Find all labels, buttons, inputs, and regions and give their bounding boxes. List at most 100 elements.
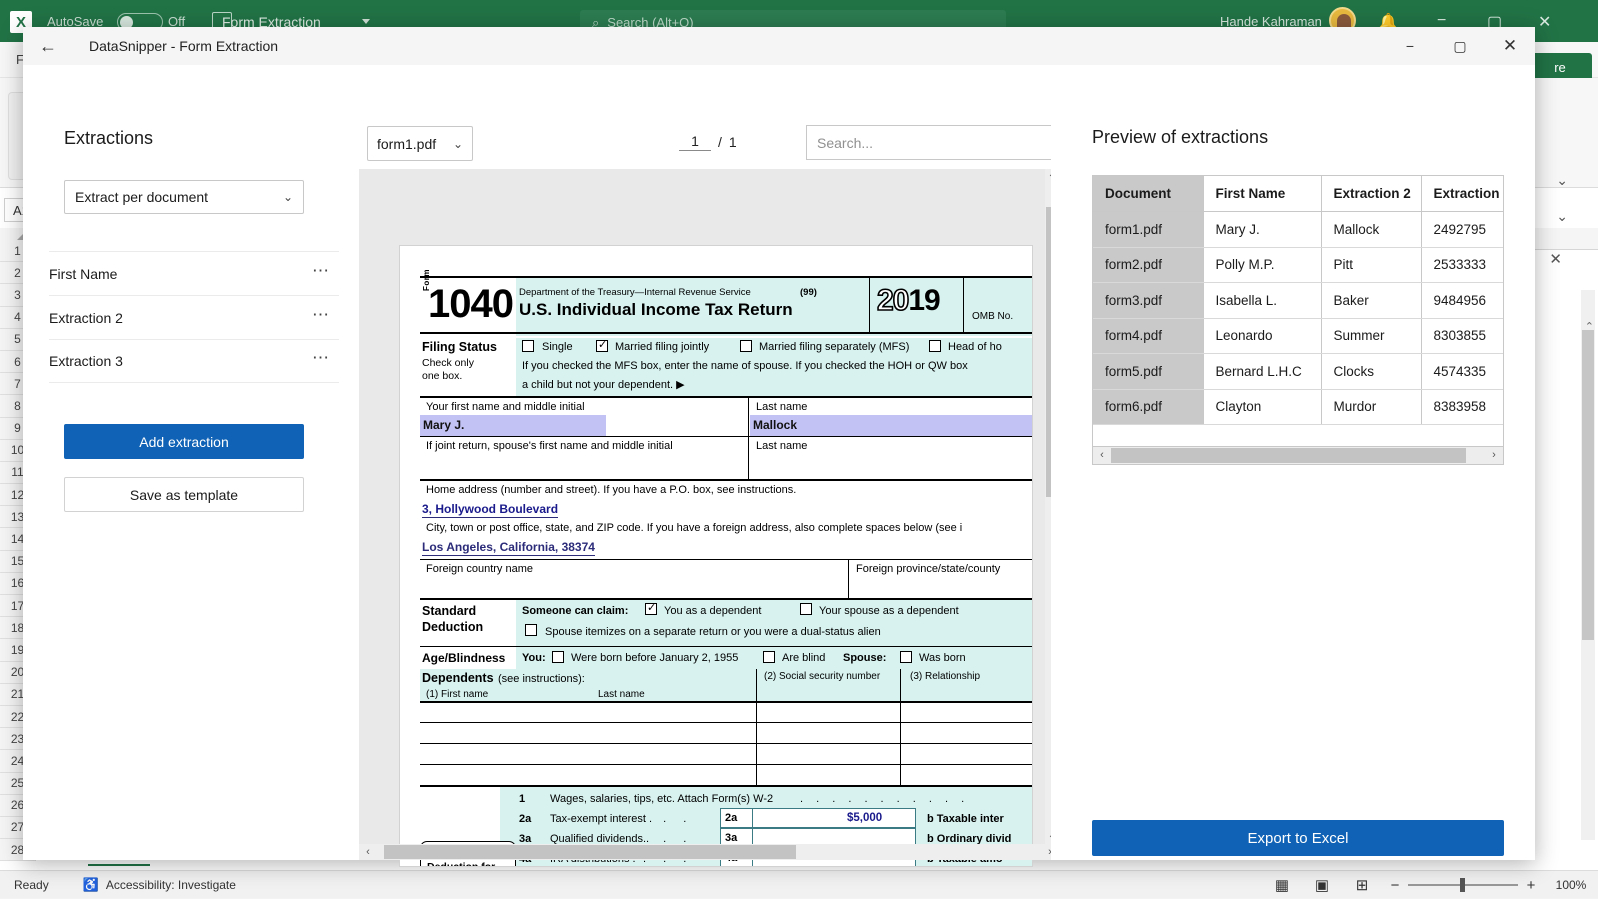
overflow-menu-icon[interactable]: ⋯ bbox=[312, 353, 331, 369]
grid-view-icon[interactable]: ▦ bbox=[1262, 871, 1302, 899]
column-header-extraction-3[interactable]: Extraction 3 bbox=[1421, 176, 1504, 212]
extraction-item-first-name[interactable]: First Name ⋯ bbox=[49, 251, 339, 295]
table-row[interactable]: form3.pdf Isabella L. Baker 9484956 bbox=[1093, 283, 1504, 319]
extraction-item-label: Extraction 2 bbox=[49, 310, 123, 326]
chevron-up-icon[interactable]: ⌃ bbox=[1585, 320, 1594, 333]
form-number: 1040 bbox=[428, 282, 513, 327]
line-2a-dots: . . . bbox=[643, 813, 693, 825]
checkbox-spouse-as-dependent[interactable] bbox=[800, 603, 812, 615]
preview-table-container[interactable]: Document First Name Extraction 2 Extract… bbox=[1092, 175, 1504, 447]
add-extraction-button[interactable]: Add extraction bbox=[64, 424, 304, 459]
check-only-note: Check only one box. bbox=[422, 357, 474, 383]
zoom-out-button[interactable]: − bbox=[1382, 871, 1408, 899]
checkbox-married-filing-jointly[interactable] bbox=[596, 340, 608, 352]
form-year-suffix: 19 bbox=[908, 284, 939, 317]
file-selector-dropdown[interactable]: form1.pdf ⌄ bbox=[367, 126, 473, 161]
extractions-panel: Extractions Extract per document ⌄ First… bbox=[23, 65, 339, 860]
label-foreign-province: Foreign province/state/county bbox=[856, 563, 1000, 575]
checkbox-you-as-dependent[interactable] bbox=[645, 603, 657, 615]
page-number-input[interactable]: 1 bbox=[679, 133, 711, 151]
window-close-icon[interactable]: ✕ bbox=[1538, 12, 1551, 32]
age-blindness-label: Age/Blindness bbox=[422, 651, 505, 665]
preview-table-horizontal-scrollbar[interactable]: ‹ › bbox=[1092, 447, 1504, 465]
label-home-address: Home address (number and street). If you… bbox=[426, 484, 796, 496]
pdf-page[interactable]: Form 1040 Department of the Treasury—Int… bbox=[399, 245, 1033, 867]
overflow-menu-icon[interactable]: ⋯ bbox=[312, 310, 331, 326]
column-header-first-name[interactable]: First Name bbox=[1203, 176, 1321, 212]
page-layout-icon[interactable]: ▣ bbox=[1302, 871, 1342, 899]
page-separator: / bbox=[718, 134, 722, 150]
sheet-vertical-scrollbar[interactable] bbox=[1581, 290, 1595, 840]
checkbox-are-blind[interactable] bbox=[763, 651, 775, 663]
pdf-search-input[interactable]: Search... ⌕ bbox=[806, 125, 1078, 160]
zoom-slider[interactable] bbox=[1408, 871, 1518, 899]
page-break-icon[interactable]: ⊞ bbox=[1342, 871, 1382, 899]
pdf-canvas-area[interactable]: Form 1040 Department of the Treasury—Int… bbox=[359, 169, 1059, 860]
chevron-left-icon[interactable]: ‹ bbox=[359, 844, 377, 860]
table-row[interactable]: form1.pdf Mary J. Mallock 2492795 bbox=[1093, 212, 1504, 248]
scrollbar-thumb[interactable] bbox=[1111, 448, 1466, 463]
zoom-slider-thumb[interactable] bbox=[1460, 878, 1465, 892]
extraction-item-extraction-3[interactable]: Extraction 3 ⋯ bbox=[49, 339, 339, 383]
export-to-excel-button[interactable]: Export to Excel bbox=[1092, 820, 1504, 856]
cell-document: form2.pdf bbox=[1093, 247, 1203, 283]
line-3a-box-label: 3a bbox=[725, 832, 737, 844]
column-header-extraction-2[interactable]: Extraction 2 bbox=[1321, 176, 1421, 212]
checkbox-head-of-household[interactable] bbox=[929, 340, 941, 352]
taskpane-close-icon[interactable]: ✕ bbox=[1549, 250, 1562, 268]
chevron-left-icon[interactable]: ‹ bbox=[1093, 447, 1111, 463]
form-rule bbox=[420, 764, 1033, 765]
table-row[interactable]: form2.pdf Polly M.P. Pitt 2533333 bbox=[1093, 247, 1504, 283]
zoom-in-button[interactable]: + bbox=[1518, 871, 1544, 899]
dialog-close-button[interactable]: ✕ bbox=[1485, 27, 1535, 65]
dependents-col-relationship: (3) Relationship bbox=[910, 671, 980, 682]
spouse-label: Spouse: bbox=[843, 652, 886, 664]
datasnipper-form-extraction-dialog: ← DataSnipper - Form Extraction − ▢ ✕ Ex… bbox=[23, 27, 1535, 860]
label-spouse-first-name: If joint return, spouse's first name and… bbox=[426, 440, 673, 452]
extraction-item-label: Extraction 3 bbox=[49, 353, 123, 369]
cell-extraction-2: Clocks bbox=[1321, 354, 1421, 390]
save-as-template-button[interactable]: Save as template bbox=[64, 477, 304, 512]
taskpane-chevron-icon[interactable]: ⌄ bbox=[1556, 172, 1568, 189]
extraction-item-extraction-2[interactable]: Extraction 2 ⋯ bbox=[49, 295, 339, 339]
chevron-right-icon[interactable]: › bbox=[1485, 447, 1503, 463]
back-arrow-icon[interactable]: ← bbox=[23, 27, 73, 65]
checkbox-spouse-itemizes[interactable] bbox=[525, 624, 537, 636]
preview-panel: Preview of extractions Document First Na… bbox=[1051, 65, 1535, 860]
scrollbar-thumb[interactable] bbox=[384, 845, 796, 859]
dialog-maximize-button[interactable]: ▢ bbox=[1435, 27, 1485, 65]
label-last-name: Last name bbox=[756, 401, 807, 413]
dialog-title: DataSnipper - Form Extraction bbox=[89, 38, 278, 54]
accessibility-status[interactable]: Accessibility: Investigate bbox=[106, 878, 236, 892]
page-total: 1 bbox=[729, 134, 737, 150]
extraction-scope-dropdown[interactable]: Extract per document ⌄ bbox=[64, 180, 304, 214]
dialog-minimize-button[interactable]: − bbox=[1385, 27, 1435, 65]
ribbon-share-button[interactable]: re bbox=[1528, 53, 1592, 81]
pdf-horizontal-scrollbar[interactable]: ‹ › bbox=[359, 844, 1059, 860]
checkbox-single[interactable] bbox=[522, 340, 534, 352]
table-row[interactable]: form4.pdf Leonardo Summer 8303855 bbox=[1093, 318, 1504, 354]
cell-extraction-2: Murdor bbox=[1321, 389, 1421, 425]
sd-callout-line2: Deduction for— bbox=[427, 861, 506, 867]
cell-extraction-3: 2492795 bbox=[1421, 212, 1504, 248]
overflow-menu-icon[interactable]: ⋯ bbox=[312, 266, 331, 282]
form-rule bbox=[420, 276, 1033, 278]
form-omb-label: OMB No. bbox=[972, 311, 1013, 322]
column-header-document[interactable]: Document bbox=[1093, 176, 1203, 212]
taskpane-chevron-icon[interactable]: ⌄ bbox=[1556, 208, 1568, 225]
table-row[interactable]: form6.pdf Clayton Murdor 8383958 bbox=[1093, 389, 1504, 425]
checkbox-born-before-1955[interactable] bbox=[552, 651, 564, 663]
zoom-level-label[interactable]: 100% bbox=[1544, 878, 1598, 892]
table-row[interactable]: form5.pdf Bernard L.H.C Clocks 4574335 bbox=[1093, 354, 1504, 390]
checkbox-spouse-was-born[interactable] bbox=[900, 651, 912, 663]
line-2b-text: b Taxable inter bbox=[927, 813, 1004, 825]
scrollbar-thumb[interactable] bbox=[1582, 330, 1594, 640]
line-2a-amount-box[interactable] bbox=[720, 808, 916, 828]
chevron-down-icon[interactable] bbox=[362, 19, 370, 24]
value-city-state-zip[interactable]: Los Angeles, California, 38374 bbox=[422, 540, 595, 556]
cell-extraction-3: 4574335 bbox=[1421, 354, 1504, 390]
value-home-address[interactable]: 3, Hollywood Boulevard bbox=[422, 502, 558, 518]
standard-deduction-label-1: Standard bbox=[422, 604, 476, 618]
label-city-state-zip: City, town or post office, state, and ZI… bbox=[426, 522, 962, 534]
checkbox-married-filing-separately[interactable] bbox=[740, 340, 752, 352]
